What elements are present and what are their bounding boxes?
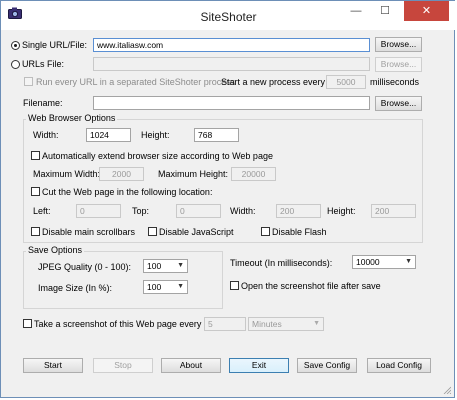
siteshoter-window: SiteShoter — ☐ ✕ Single URL/File: www.it… — [0, 0, 456, 398]
disable-scrollbars-label: Disable main scrollbars — [42, 227, 136, 237]
cut-height-input[interactable]: 200 — [371, 204, 416, 218]
cut-top-label: Top: — [132, 206, 150, 216]
chevron-down-icon: ▼ — [177, 262, 184, 269]
max-width-input[interactable]: 2000 — [99, 167, 144, 181]
save-options-title: Save Options — [26, 245, 85, 255]
cut-height-label: Height: — [327, 206, 356, 216]
height-input[interactable]: 768 — [194, 128, 239, 142]
disable-scrollbars-checkbox[interactable] — [31, 227, 40, 236]
urls-file-label: URLs File: — [22, 59, 65, 69]
filename-input[interactable] — [93, 96, 370, 110]
disable-javascript-checkbox[interactable] — [148, 227, 157, 236]
jpeg-quality-value: 100 — [147, 261, 162, 271]
timeout-label: Timeout (In milliseconds): — [230, 258, 333, 268]
jpeg-quality-label: JPEG Quality (0 - 100): — [38, 262, 132, 272]
urls-file-input[interactable] — [93, 57, 370, 71]
image-size-label: Image Size (In %): — [38, 283, 113, 293]
image-size-select[interactable]: 100 ▼ — [143, 280, 188, 294]
minimize-icon[interactable]: — — [343, 1, 369, 21]
filename-label: Filename: — [23, 98, 63, 108]
cut-top-input[interactable]: 0 — [176, 204, 221, 218]
max-width-label: Maximum Width: — [33, 169, 101, 179]
separate-process-checkbox[interactable] — [24, 77, 33, 86]
disable-javascript-label: Disable JavaScript — [159, 227, 234, 237]
max-height-input[interactable]: 20000 — [231, 167, 276, 181]
exit-button[interactable]: Exit — [229, 358, 289, 373]
timeout-value: 10000 — [356, 257, 380, 267]
save-config-button[interactable]: Save Config — [297, 358, 357, 373]
image-size-value: 100 — [147, 282, 162, 292]
cut-page-label: Cut the Web page in the following locati… — [42, 187, 213, 197]
resize-grip-icon[interactable] — [443, 386, 451, 394]
cut-left-input[interactable]: 0 — [76, 204, 121, 218]
periodic-screenshot-checkbox[interactable] — [23, 319, 32, 328]
jpeg-quality-select[interactable]: 100 ▼ — [143, 259, 188, 273]
max-height-label: Maximum Height: — [158, 169, 229, 179]
width-label: Width: — [33, 130, 59, 140]
cut-width-input[interactable]: 200 — [276, 204, 321, 218]
urls-file-radio[interactable] — [11, 60, 20, 69]
disable-flash-label: Disable Flash — [272, 227, 327, 237]
milliseconds-label: milliseconds — [370, 77, 420, 87]
close-icon[interactable]: ✕ — [404, 1, 449, 21]
periodic-unit-value: Minutes — [252, 319, 282, 329]
about-button[interactable]: About — [161, 358, 221, 373]
load-config-button[interactable]: Load Config — [367, 358, 431, 373]
cut-page-checkbox[interactable] — [31, 187, 40, 196]
stop-button[interactable]: Stop — [93, 358, 153, 373]
chevron-down-icon: ▼ — [313, 320, 320, 327]
title-bar[interactable]: SiteShoter — ☐ ✕ — [1, 1, 456, 30]
timeout-select[interactable]: 10000 ▼ — [352, 255, 416, 269]
filename-browse-button[interactable]: Browse... — [375, 96, 422, 111]
width-input[interactable]: 1024 — [86, 128, 131, 142]
single-url-input[interactable]: www.italiasw.com — [93, 38, 370, 52]
open-after-save-checkbox[interactable] — [230, 281, 239, 290]
separate-process-label: Run every URL in a separated SiteShoter … — [36, 77, 236, 87]
disable-flash-checkbox[interactable] — [261, 227, 270, 236]
single-url-radio[interactable] — [11, 41, 20, 50]
new-process-label: Start a new process every — [221, 77, 326, 87]
web-browser-options-title: Web Browser Options — [26, 113, 118, 123]
new-process-input[interactable]: 5000 — [326, 75, 366, 89]
open-after-save-label: Open the screenshot file after save — [241, 281, 381, 291]
height-label: Height: — [141, 130, 170, 140]
auto-extend-checkbox[interactable] — [31, 151, 40, 160]
auto-extend-label: Automatically extend browser size accord… — [42, 151, 273, 161]
urls-file-browse-button[interactable]: Browse... — [375, 57, 422, 72]
maximize-icon[interactable]: ☐ — [372, 1, 398, 21]
single-url-label: Single URL/File: — [22, 40, 88, 50]
cut-left-label: Left: — [33, 206, 51, 216]
chevron-down-icon: ▼ — [405, 258, 412, 265]
periodic-unit-select[interactable]: Minutes ▼ — [248, 317, 324, 331]
single-url-browse-button[interactable]: Browse... — [375, 37, 422, 52]
cut-width-label: Width: — [230, 206, 256, 216]
chevron-down-icon: ▼ — [177, 283, 184, 290]
save-options-group — [23, 251, 223, 309]
start-button[interactable]: Start — [23, 358, 83, 373]
periodic-interval-input[interactable]: 5 — [204, 317, 246, 331]
periodic-screenshot-label: Take a screenshot of this Web page every — [34, 319, 202, 329]
